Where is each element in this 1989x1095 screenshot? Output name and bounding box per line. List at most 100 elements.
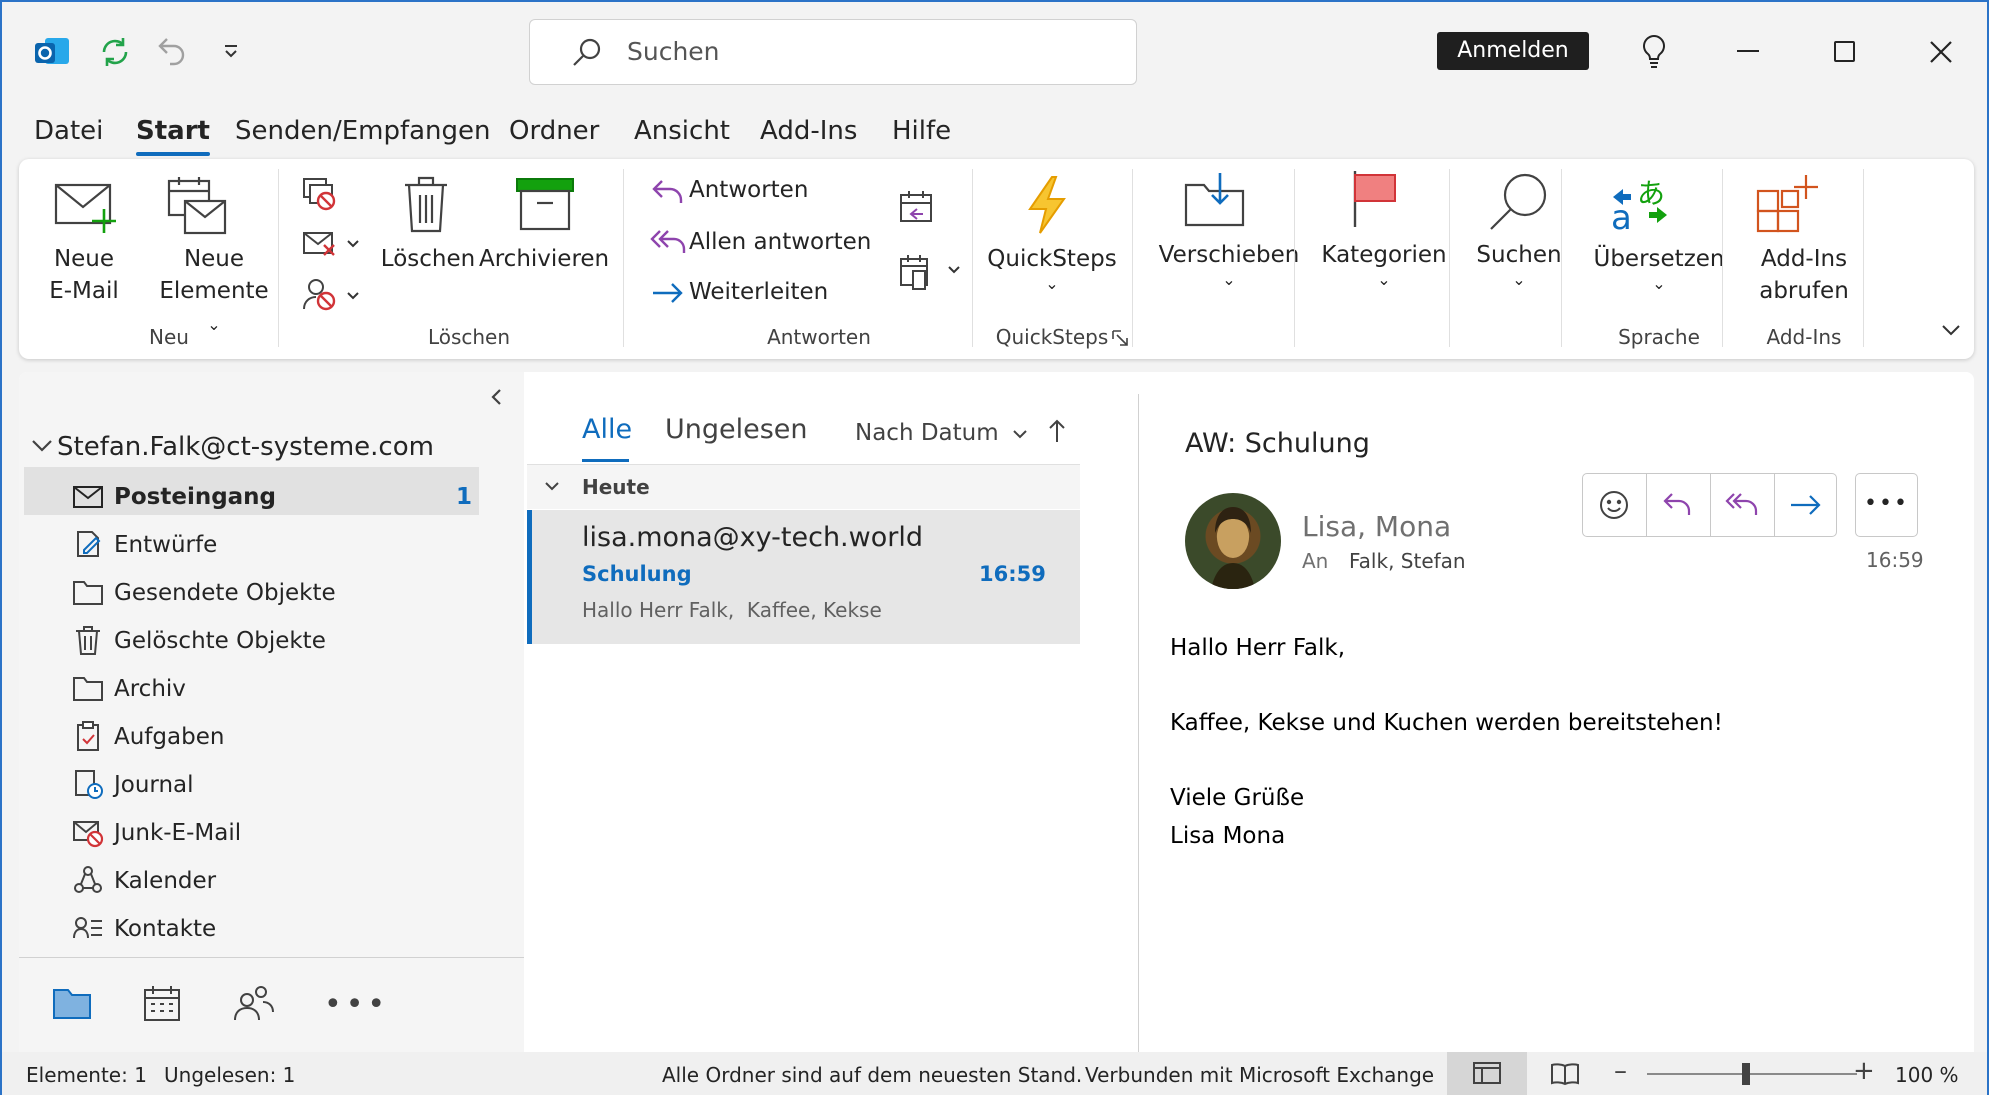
zoom-out-button[interactable]: – — [1614, 1056, 1627, 1086]
sort-dropdown[interactable]: Nach Datum — [855, 420, 1028, 446]
tab-hilfe[interactable]: Hilfe — [892, 116, 951, 146]
more-respond-icon[interactable] — [899, 253, 965, 291]
archive-icon — [515, 177, 575, 233]
status-sync: Alle Ordner sind auf dem neuesten Stand. — [662, 1063, 1083, 1087]
undo-icon[interactable] — [157, 35, 189, 67]
forward-button[interactable] — [1775, 473, 1837, 537]
lightbulb-icon[interactable] — [1639, 34, 1669, 70]
ignore-icon[interactable] — [302, 177, 338, 211]
tab-ansicht[interactable]: Ansicht — [634, 116, 730, 146]
ribbon-separator — [623, 169, 624, 347]
message-item[interactable]: lisa.mona@xy-tech.world Schulung 16:59 H… — [527, 510, 1080, 644]
group-header-today[interactable]: Heute — [527, 465, 1080, 509]
folder-icon — [73, 677, 103, 701]
tab-add-ins[interactable]: Add-Ins — [760, 116, 857, 146]
tab-senden-empfangen[interactable]: Senden/Empfangen — [235, 116, 491, 146]
flag-icon — [1349, 169, 1399, 229]
clipboard-check-icon — [77, 721, 99, 751]
normal-view-button[interactable] — [1447, 1052, 1527, 1095]
lightning-icon — [1024, 175, 1070, 235]
new-email-icon — [54, 179, 118, 237]
ribbon-separator — [1722, 169, 1723, 347]
recipient-name[interactable]: Falk, Stefan — [1349, 549, 1466, 573]
new-email-button[interactable]: Neue E-Mail — [39, 243, 129, 307]
delete-button[interactable]: Löschen — [379, 243, 477, 275]
unread-count-badge: 1 — [456, 484, 473, 510]
mail-icon — [73, 486, 103, 508]
tab-ordner[interactable]: Ordner — [509, 116, 599, 146]
ribbon-collapse-icon[interactable] — [1941, 323, 1961, 337]
categories-button[interactable]: Kategorien ⌄ — [1309, 239, 1459, 289]
archive-button[interactable]: Archivieren — [479, 243, 609, 275]
add-ins-icon — [1754, 173, 1818, 235]
new-items-icon — [167, 175, 229, 239]
contacts-icon — [73, 917, 102, 939]
reading-view-icon[interactable] — [1550, 1062, 1580, 1086]
forward-button[interactable]: Weiterleiten — [689, 279, 828, 305]
translate-button[interactable]: Übersetzen ⌄ — [1579, 243, 1739, 293]
group-label-sprache: Sprache — [1618, 325, 1700, 349]
chevron-down-icon[interactable] — [31, 437, 53, 453]
sender-name[interactable]: Lisa, Mona — [1302, 510, 1451, 543]
zoom-slider-track[interactable] — [1647, 1073, 1857, 1075]
move-button[interactable]: Verschieben ⌄ — [1149, 239, 1309, 289]
zoom-in-button[interactable]: + — [1853, 1056, 1875, 1086]
translate-icon: aあ — [1609, 175, 1671, 235]
chevron-down-icon — [545, 482, 559, 491]
translate-label: Übersetzen — [1593, 246, 1725, 272]
ribbon: Neue E-Mail Neue Elemente ⌄ Neu Löschen … — [19, 159, 1974, 359]
sync-icon[interactable] — [98, 35, 132, 69]
filter-tab-all[interactable]: Alle — [582, 414, 632, 445]
reply-all-button[interactable]: Allen antworten — [689, 229, 871, 255]
more-modules-icon[interactable]: ••• — [324, 987, 389, 1022]
dialog-launcher-icon[interactable] — [1112, 330, 1128, 346]
reply-all-button[interactable] — [1711, 473, 1774, 537]
forward-icon — [651, 281, 685, 305]
folder-label: Posteingang — [114, 484, 277, 510]
filter-tab-unread[interactable]: Ungelesen — [665, 414, 808, 445]
minimize-button[interactable] — [1737, 50, 1759, 52]
cleanup-icon[interactable] — [302, 229, 362, 259]
get-addins-button[interactable]: Add-Ins abrufen — [1739, 243, 1869, 307]
junk-icon[interactable] — [302, 277, 362, 313]
folder-label: Gelöschte Objekte — [114, 628, 326, 654]
close-icon[interactable] — [1929, 40, 1953, 64]
mail-module-icon[interactable] — [52, 984, 92, 1020]
trash-icon — [403, 175, 449, 235]
more-actions-button[interactable]: ••• — [1855, 473, 1918, 537]
active-tab-indicator — [582, 459, 629, 462]
zoom-slider-thumb[interactable] — [1742, 1063, 1750, 1085]
trash-icon — [76, 626, 100, 655]
move-label: Verschieben — [1158, 242, 1300, 268]
people-module-icon[interactable] — [233, 984, 275, 1022]
search-box[interactable]: Suchen — [529, 19, 1137, 85]
reading-pane: AW: Schulung Lisa, Mona An Falk, Stefan … — [1142, 372, 1972, 1052]
search-icon — [1487, 171, 1551, 233]
meeting-reply-icon[interactable] — [899, 189, 937, 225]
collapse-pane-icon[interactable] — [489, 387, 503, 407]
calendar-module-icon[interactable] — [143, 984, 181, 1022]
emoji-reaction-button[interactable] — [1582, 473, 1646, 537]
quick-access-dropdown-icon[interactable] — [222, 42, 240, 60]
ribbon-separator — [278, 169, 279, 347]
drafts-icon — [77, 531, 101, 557]
junk-mail-icon — [73, 821, 104, 848]
pane-divider — [1138, 394, 1139, 1052]
move-folder-icon — [1184, 171, 1246, 227]
signin-button[interactable]: Anmelden — [1437, 32, 1589, 70]
folder-label: Gesendete Objekte — [114, 580, 336, 606]
maximize-button[interactable] — [1834, 41, 1855, 62]
zoom-level[interactable]: 100 % — [1895, 1063, 1959, 1087]
avatar — [1185, 493, 1281, 589]
folder-icon — [73, 581, 103, 605]
account-name[interactable]: Stefan.Falk@ct-systeme.com — [57, 432, 434, 462]
message-subject-heading: AW: Schulung — [1185, 428, 1370, 459]
divider — [19, 957, 524, 958]
reply-button[interactable] — [1647, 473, 1710, 537]
tab-datei[interactable]: Datei — [34, 116, 103, 146]
quicksteps-button[interactable]: QuickSteps ⌄ — [987, 243, 1117, 293]
sort-direction-icon[interactable] — [1048, 418, 1066, 444]
folder-label: Journal — [114, 772, 194, 798]
tab-start[interactable]: Start — [136, 116, 210, 156]
reply-button[interactable]: Antworten — [689, 177, 808, 203]
